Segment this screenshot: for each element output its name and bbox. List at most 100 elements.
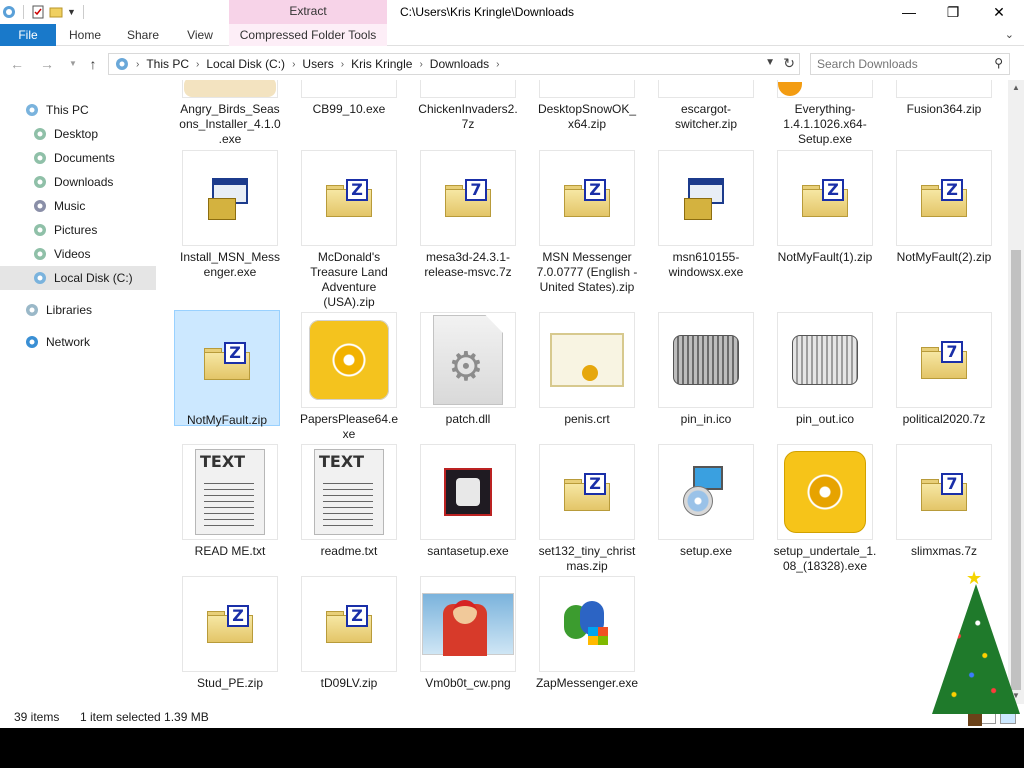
scroll-up-icon[interactable]: ▲ <box>1008 80 1024 96</box>
file-item[interactable]: Z Stud_PE.zip <box>178 576 278 690</box>
nav-network[interactable]: Network <box>24 330 154 354</box>
file-name: tD09LV.zip <box>320 676 378 690</box>
file-item[interactable]: TEXT readme.txt <box>297 444 397 558</box>
file-item[interactable]: ChickenInvaders2.7z <box>416 80 518 131</box>
title-bar: ▼ Extract C:\Users\Kris Kringle\Download… <box>0 0 1024 24</box>
nav-music[interactable]: Music <box>32 194 154 218</box>
file-name: setup.exe <box>679 544 733 558</box>
file-item[interactable]: Z McDonald's Treasure Land Adventure (USA… <box>297 150 397 309</box>
nav-label: Music <box>54 199 86 213</box>
tab-view[interactable]: View <box>178 24 222 46</box>
file-name: NotMyFault(2).zip <box>896 250 992 264</box>
text-lines <box>204 478 254 528</box>
zip-archive-icon: Z <box>204 342 250 380</box>
file-item[interactable]: ZapMessenger.exe <box>535 576 638 690</box>
breadcrumb-this-pc[interactable]: This PC <box>146 57 189 71</box>
nav-libraries[interactable]: Libraries <box>24 298 154 322</box>
address-bar[interactable]: › This PC › Local Disk (C:) › Users › Kr… <box>108 53 800 75</box>
nav-downloads[interactable]: Downloads <box>32 170 154 194</box>
nav-this-pc[interactable]: This PC <box>24 98 154 122</box>
file-item[interactable]: 7 political2020.7z <box>892 312 992 426</box>
file-item[interactable]: ⚙ patch.dll <box>416 312 516 426</box>
text-word: TEXT <box>200 452 246 471</box>
file-thumbnail <box>539 312 635 408</box>
breadcrumb-separator[interactable]: › <box>341 59 344 70</box>
tab-compressed-folder-tools[interactable]: Compressed Folder Tools <box>229 24 387 46</box>
file-item[interactable]: Fusion364.zip <box>892 80 992 116</box>
nav-videos[interactable]: Videos <box>32 242 154 266</box>
file-item[interactable]: Z NotMyFault.zip <box>174 310 280 427</box>
file-item[interactable]: msn610155-windowsx.exe <box>654 150 754 279</box>
file-thumbnail: Z <box>777 150 873 246</box>
breadcrumb-separator[interactable]: › <box>136 59 139 70</box>
tab-file[interactable]: File <box>0 24 56 46</box>
address-dropdown-icon[interactable]: ▼ <box>765 57 775 68</box>
pictures-icon <box>34 224 46 236</box>
file-item[interactable]: pin_out.ico <box>773 312 873 426</box>
search-icon[interactable]: ⚲ <box>994 56 1003 70</box>
file-item[interactable]: escargot-switcher.zip <box>654 80 754 131</box>
breadcrumb-separator[interactable]: › <box>419 59 422 70</box>
file-item[interactable]: Z MSN Messenger 7.0.0777 (English - Unite… <box>535 150 637 294</box>
breadcrumb-separator[interactable]: › <box>196 59 199 70</box>
file-thumbnail: Z <box>301 150 397 246</box>
file-item[interactable]: Everything-1.4.1.1026.x64-Setup.exe <box>773 80 873 146</box>
context-tab-extract[interactable]: Extract <box>229 0 387 24</box>
breadcrumb-local-disk[interactable]: Local Disk (C:) <box>206 57 285 71</box>
file-item[interactable]: DesktopSnowOK_x64.zip <box>535 80 636 131</box>
nav-documents[interactable]: Documents <box>32 146 154 170</box>
properties-icon[interactable] <box>31 5 45 19</box>
file-thumbnail <box>777 80 873 98</box>
qat-dropdown-icon[interactable]: ▼ <box>67 7 76 17</box>
file-item[interactable]: Vm0b0t_cw.png <box>416 576 516 690</box>
file-item[interactable]: pin_in.ico <box>654 312 754 426</box>
forward-button[interactable]: → <box>38 55 56 73</box>
file-item[interactable]: Z NotMyFault(1).zip <box>773 150 873 264</box>
file-item[interactable]: Zset132_tiny_christmas.zip <box>535 444 635 573</box>
nav-desktop[interactable]: Desktop <box>32 122 154 146</box>
tab-share[interactable]: Share <box>120 24 166 46</box>
minimize-button[interactable]: — <box>886 0 932 24</box>
file-item[interactable]: penis.crt <box>535 312 635 426</box>
location-icon <box>116 58 128 70</box>
nav-pictures[interactable]: Pictures <box>32 218 154 242</box>
breadcrumb-kris-kringle[interactable]: Kris Kringle <box>351 57 412 71</box>
7z-archive-icon: 7 <box>921 341 967 379</box>
tab-home[interactable]: Home <box>62 24 108 46</box>
file-item[interactable]: 7 mesa3d-24.3.1-release-msvc.7z <box>416 150 516 279</box>
nav-local-disk[interactable]: Local Disk (C:) <box>0 266 156 290</box>
up-button[interactable]: ↑ <box>84 55 102 73</box>
breadcrumb-separator[interactable]: › <box>292 59 295 70</box>
file-item[interactable]: CB99_10.exe <box>297 80 397 116</box>
ribbon-expand-icon[interactable]: ⌄ <box>1005 28 1014 41</box>
search-input[interactable] <box>817 56 982 72</box>
search-box[interactable]: ⚲ <box>810 53 1010 75</box>
app-icon[interactable] <box>2 5 16 19</box>
file-item[interactable]: TEXT READ ME.txt <box>178 444 278 558</box>
drive-icon <box>34 272 46 284</box>
file-item[interactable]: PapersPlease64.exe <box>297 312 398 441</box>
new-folder-icon[interactable] <box>49 5 63 19</box>
file-item[interactable]: santasetup.exe <box>416 444 516 558</box>
maximize-button[interactable]: ❐ <box>930 0 976 24</box>
close-button[interactable]: ✕ <box>976 0 1022 24</box>
breadcrumb-downloads[interactable]: Downloads <box>430 57 489 71</box>
refresh-icon[interactable]: ↻ <box>783 55 795 72</box>
recent-locations-button[interactable]: ▼ <box>64 55 82 73</box>
file-item[interactable]: Install_MSN_Messenger.exe <box>178 150 280 279</box>
breadcrumb-users[interactable]: Users <box>302 57 333 71</box>
file-item[interactable]: setup.exe <box>654 444 754 558</box>
nav-label: Network <box>46 335 91 349</box>
breadcrumb-separator[interactable]: › <box>496 59 499 70</box>
forward-arrow-icon: → <box>40 56 54 72</box>
file-item[interactable]: ZtD09LV.zip <box>297 576 397 690</box>
videos-icon <box>34 248 46 260</box>
file-item[interactable]: Z NotMyFault(2).zip <box>892 150 992 264</box>
file-item[interactable]: Angry_Birds_Seasons_Installer_4.1.0.exe <box>178 80 281 146</box>
file-item[interactable]: setup_undertale_1.08_(18328).exe <box>773 444 876 573</box>
file-thumbnail <box>301 80 397 98</box>
back-button[interactable]: ← <box>8 55 26 73</box>
installer-icon <box>206 174 254 222</box>
file-item[interactable]: 7 slimxmas.7z <box>892 444 992 558</box>
file-name: READ ME.txt <box>194 544 266 558</box>
